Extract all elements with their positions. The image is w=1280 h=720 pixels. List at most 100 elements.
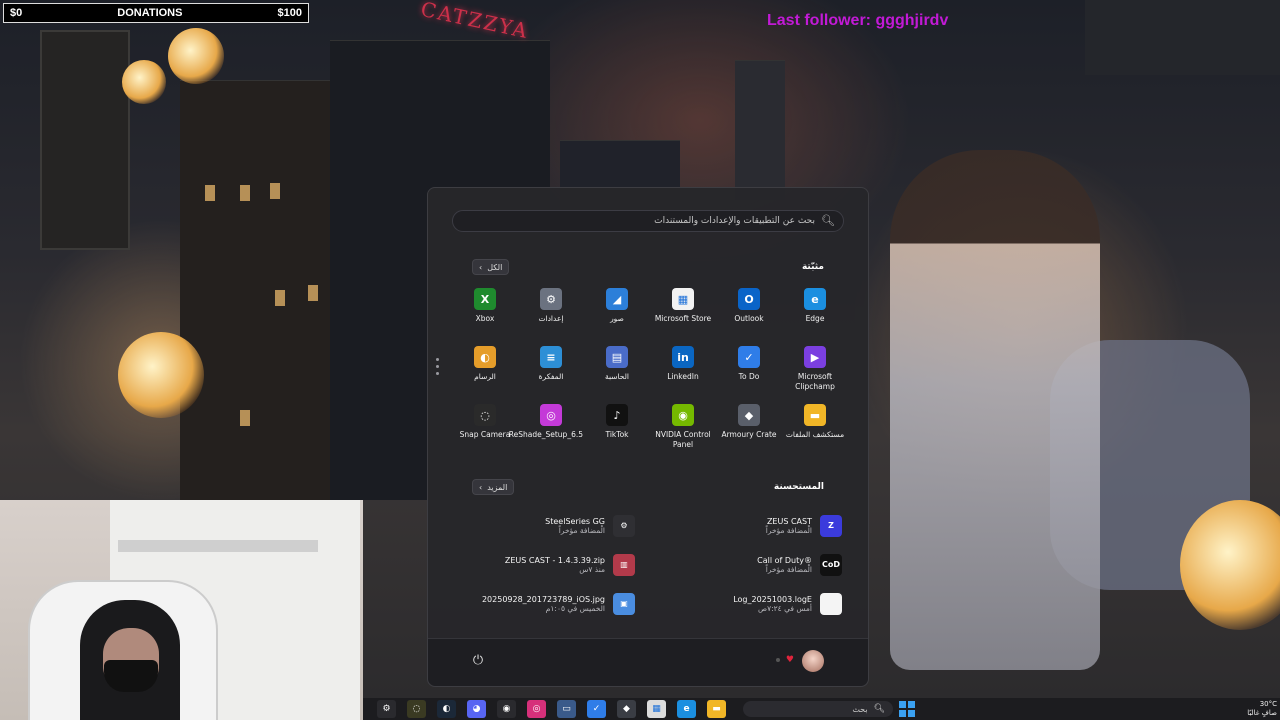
recommended-name: ZEUS CAST - 1.4.3.39.zip [504, 555, 605, 565]
recommended-item[interactable]: CoD Call of Duty® الْمضافة مؤخراً [657, 545, 848, 584]
wallpaper-lamp [168, 28, 224, 84]
recommended-item[interactable]: Z ZEUS CAST الْمضافة مؤخراً [657, 506, 848, 545]
wallpaper-shelf [1085, 0, 1280, 75]
last-follower-text: Last follower: ggghjirdv [767, 12, 949, 29]
pinned-apps-grid: e Edge O Outlook ▦ Microsoft Store ◢ صور ⚙ إعدادا… [450, 288, 848, 462]
store-icon: ▦ [672, 288, 694, 310]
wallpaper-window-light [270, 183, 280, 199]
search-icon: 🔍︎ [873, 704, 885, 714]
wallpaper-window-light [275, 290, 285, 306]
photos-icon: ◢ [606, 288, 628, 310]
pinned-app-tile[interactable]: ▦ Microsoft Store [650, 288, 716, 346]
pinned-app-tile[interactable]: ▬ مستكشف الملفات [782, 404, 848, 462]
start-search-box[interactable]: 🔍︎ بحث عن التطبيقات والإعدادات والمستندا… [452, 210, 844, 232]
weather-widget[interactable]: 30°C صافٍ غالبًا [1231, 700, 1277, 718]
pinned-app-tile[interactable]: ▤ الحاسبة [584, 346, 650, 404]
pinned-app-tile[interactable]: O Outlook [716, 288, 782, 346]
pinned-app-label: Xbox [475, 314, 495, 323]
pinned-app-tile[interactable]: e Edge [782, 288, 848, 346]
steelseries-icon[interactable]: ⚙ [377, 700, 396, 718]
start-footer: ⏻ ♥ [428, 638, 868, 686]
calculator-icon: ▤ [606, 346, 628, 368]
user-avatar[interactable] [802, 650, 824, 672]
edge-icon: e [804, 288, 826, 310]
edge-icon[interactable]: e [677, 700, 696, 718]
page-indicator[interactable] [436, 358, 439, 375]
pinned-app-tile[interactable]: ♪ TikTok [584, 404, 650, 462]
pinned-app-tile[interactable]: ◆ Armoury Crate [716, 404, 782, 462]
taskbar-search-label: بحث [852, 704, 868, 714]
todo-icon: ✓ [738, 346, 760, 368]
pinned-app-tile[interactable]: ≡ المفكرة [518, 346, 584, 404]
pinned-app-tile[interactable]: ◎ ReShade_Setup_6.5 [509, 404, 584, 462]
recommended-subtitle: أمس في ٧:٢٤ص [758, 603, 812, 613]
file-explorer-icon[interactable]: ▬ [707, 700, 726, 718]
call-of-duty-icon: CoD [820, 553, 842, 576]
instagram-icon[interactable]: ◎ [527, 700, 546, 718]
all-apps-button[interactable]: الكل › [472, 259, 510, 275]
discord-icon[interactable]: ◕ [467, 700, 486, 718]
store-icon[interactable]: ▦ [647, 700, 666, 718]
weather-condition: صافٍ غالبًا [1247, 709, 1277, 717]
wallpaper-window-light [240, 410, 250, 426]
chevron-right-icon: › [479, 482, 483, 492]
armoury-crate-icon[interactable]: ◆ [617, 700, 636, 718]
pinned-app-tile[interactable]: ◢ صور [584, 288, 650, 346]
pinned-app-tile[interactable]: ▶ Microsoft Clipchamp [782, 346, 848, 404]
recommended-text: Call of Duty® الْمضافة مؤخراً [757, 556, 812, 574]
all-apps-label: الكل [487, 262, 503, 272]
webcam-face-mask [104, 660, 158, 692]
recommended-item[interactable]: ▥ ZEUS CAST - 1.4.3.39.zip منذ ٧س [450, 545, 641, 584]
pinned-app-tile[interactable]: ⚙ إعدادات [518, 288, 584, 346]
todo-icon[interactable]: ✓ [587, 700, 606, 718]
recommended-item[interactable]: Log_20251003.logE أمس في ٧:٢٤ص [657, 584, 848, 623]
snap-camera-icon[interactable]: ◌ [407, 700, 426, 718]
pinned-app-label: Outlook [734, 314, 764, 323]
steelseries-icon: ⚙ [613, 514, 635, 537]
file-icon [820, 592, 842, 615]
power-icon: ⏻ [472, 653, 484, 668]
obs-icon[interactable]: ◉ [497, 700, 516, 718]
pinned-app-label: صور [610, 314, 624, 323]
pinned-app-tile[interactable]: ✓ To Do [716, 346, 782, 404]
clipchamp-icon: ▶ [804, 346, 826, 368]
recommended-name: Log_20251003.logE [733, 594, 812, 604]
pinned-app-tile[interactable]: X Xbox [452, 288, 518, 346]
taskbar-pinned-apps: ⚙ ◌ ◐ ◕ ◉ ◎ ▭ ✓ ◆ ▦ e ▬ [377, 700, 726, 718]
pinned-app-tile[interactable]: ◐ الرسام [452, 346, 518, 404]
image-file-icon: ▣ [613, 592, 635, 615]
pinned-section-title: مثبّتة [801, 262, 824, 272]
steam-icon[interactable]: ◐ [437, 700, 456, 718]
recommended-text: 20250928_201723789_iOS.jpg الخميس في ١:٠٥… [482, 595, 605, 613]
recommended-subtitle: الْمضافة مؤخراً [765, 525, 812, 535]
wallpaper-building [735, 60, 785, 200]
wallpaper-window-light [240, 185, 250, 201]
start-menu: 🔍︎ بحث عن التطبيقات والإعدادات والمستندا… [427, 187, 869, 687]
tiktok-icon: ♪ [606, 404, 628, 426]
pinned-app-tile[interactable]: ◉ NVIDIA Control Panel [650, 404, 716, 462]
donations-current: $0 [10, 7, 23, 19]
recommended-list: Z ZEUS CAST الْمضافة مؤخراً ⚙ SteelSeries GG… [450, 506, 848, 623]
app-window-icon[interactable]: ▭ [557, 700, 576, 718]
recommended-item[interactable]: ▣ 20250928_201723789_iOS.jpg الخميس في ١:٠… [450, 584, 641, 623]
pinned-app-label: الرسام [474, 372, 496, 381]
nvidia-icon: ◉ [672, 404, 694, 426]
pinned-app-tile[interactable]: in LinkedIn [650, 346, 716, 404]
windows-start-button[interactable] [899, 701, 915, 717]
heart-icon: ♥ [785, 655, 794, 665]
linkedin-icon: in [672, 346, 694, 368]
pinned-app-tile[interactable]: ◌ Snap Camera [452, 404, 518, 462]
recommended-text: SteelSeries GG الْمضافة مؤخراً [545, 517, 605, 535]
wallpaper-window-light [205, 185, 215, 201]
reshade-icon: ◎ [540, 404, 562, 426]
recommended-item[interactable]: ⚙ SteelSeries GG الْمضافة مؤخراً [450, 506, 641, 545]
pinned-app-label: LinkedIn [667, 372, 699, 381]
more-button[interactable]: المزيد › [472, 479, 515, 495]
recommended-name: ZEUS CAST [766, 516, 812, 526]
taskbar-search[interactable]: بحث 🔍︎ [743, 701, 893, 717]
recommended-section-title: المستحسنة [773, 482, 824, 492]
xbox-icon: X [474, 288, 496, 310]
recommended-subtitle: الخميس في ١:٠٥م [545, 603, 605, 613]
power-button[interactable]: ⏻ [470, 653, 486, 669]
pinned-app-label: NVIDIA Control Panel [655, 430, 711, 449]
